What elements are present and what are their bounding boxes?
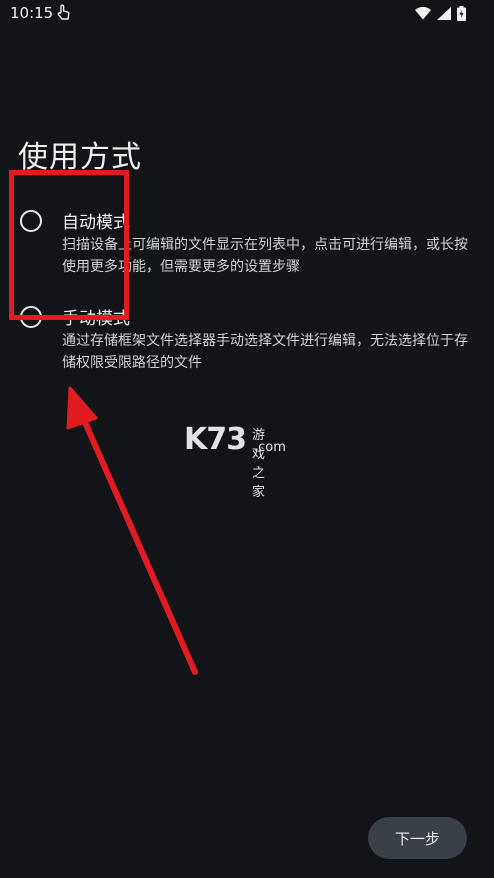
annotation-arrow bbox=[66, 386, 198, 675]
watermark-logo: K73 游戏之家 .com bbox=[184, 422, 286, 500]
next-button[interactable]: 下一步 bbox=[368, 817, 467, 859]
watermark-brand: K73 bbox=[184, 422, 247, 457]
watermark-text: 游戏之家 bbox=[252, 428, 266, 500]
watermark-domain: .com bbox=[254, 440, 286, 455]
